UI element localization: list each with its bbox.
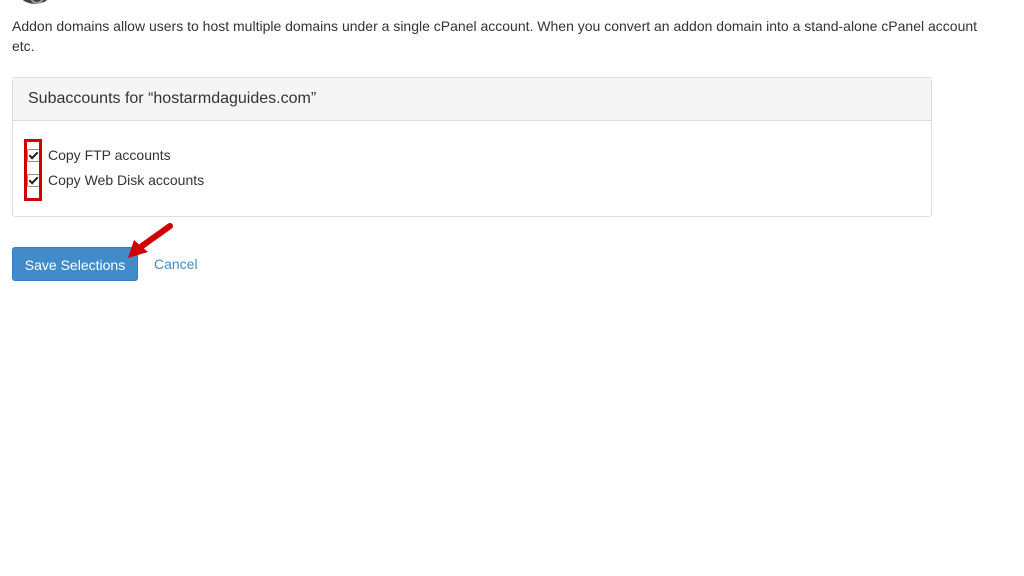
intro-line-1: Addon domains allow users to host multip…	[12, 18, 978, 34]
domain-icon	[14, 0, 56, 4]
panel-body: Copy FTP accounts Copy Web Disk accounts	[13, 121, 931, 215]
intro-line-2: etc.	[12, 38, 35, 54]
copy-ftp-label: Copy FTP accounts	[48, 147, 171, 163]
addon-domain-convert-page: Addon domains allow users to host multip…	[0, 0, 1024, 576]
panel-heading: Subaccounts for “hostarmdaguides.com”	[13, 78, 931, 121]
copy-webdisk-label: Copy Web Disk accounts	[48, 172, 205, 188]
annotation-highlight-box	[24, 139, 42, 201]
copy-webdisk-option[interactable]: Copy Web Disk accounts	[27, 170, 204, 190]
intro-text: Addon domains allow users to host multip…	[12, 16, 1024, 56]
copy-ftp-option[interactable]: Copy FTP accounts	[27, 145, 171, 165]
subaccounts-panel: Subaccounts for “hostarmdaguides.com” Co…	[12, 77, 932, 217]
arrow-pointer-icon	[128, 223, 173, 258]
save-selections-button[interactable]: Save Selections	[12, 247, 138, 281]
